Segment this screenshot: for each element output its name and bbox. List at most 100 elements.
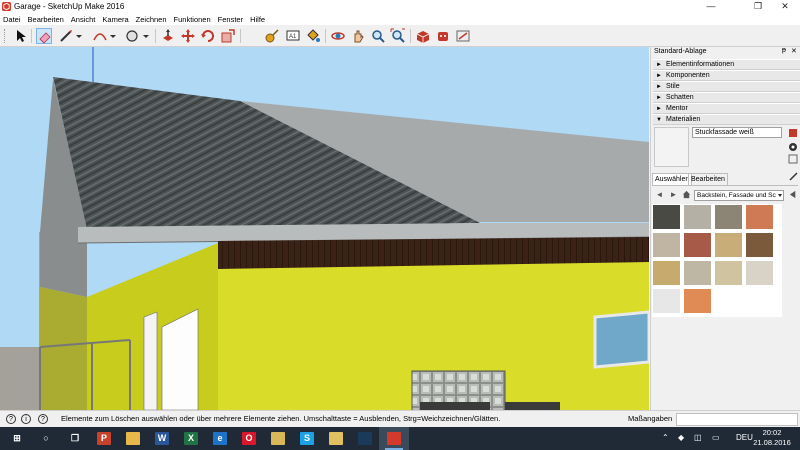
taskbar-photos-icon[interactable] xyxy=(263,427,293,450)
measurements-input[interactable] xyxy=(676,413,798,426)
arc-tool-icon[interactable] xyxy=(92,28,108,44)
material-swatch[interactable] xyxy=(714,232,743,258)
tab-auswaehlen[interactable]: Auswählen xyxy=(652,173,693,185)
zoom-extents-tool-icon[interactable] xyxy=(390,28,406,44)
instructor-icon[interactable]: ? xyxy=(38,414,48,424)
windows-taskbar: ⌃ ◆ ◫ ▭ DEU 20:02 21.08.2016 ⊞ ○ ❐ P W Xe O S xyxy=(0,427,800,450)
panel-label: Elementinformationen xyxy=(666,61,735,68)
toolbar-grip[interactable] xyxy=(4,29,7,43)
panel-materialien[interactable]: ▼ Materialien xyxy=(653,114,800,125)
taskbar-powerpoint-icon[interactable]: P xyxy=(89,427,119,450)
taskbar-excel-icon[interactable]: X xyxy=(176,427,206,450)
taskbar-steam-icon[interactable] xyxy=(350,427,380,450)
line-tool-icon[interactable] xyxy=(58,28,74,44)
extension-warehouse-icon[interactable] xyxy=(435,28,451,44)
panel-elementinformationen[interactable]: ► Elementinformationen xyxy=(653,59,800,70)
toolbar: A1 xyxy=(0,25,800,47)
menu-datei[interactable]: Datei xyxy=(3,15,21,24)
panel-stile[interactable]: ► Stile xyxy=(653,81,800,92)
taskbar-word-icon[interactable]: W xyxy=(147,427,177,450)
layout-icon[interactable] xyxy=(455,28,471,44)
rotate-tool-icon[interactable] xyxy=(200,28,216,44)
move-tool-icon[interactable] xyxy=(180,28,196,44)
sample-paint-icon[interactable] xyxy=(788,172,798,182)
maximize-button[interactable]: ❐ xyxy=(743,0,773,13)
taskbar-search-icon[interactable]: ○ xyxy=(31,427,61,450)
material-swatch[interactable] xyxy=(652,204,681,230)
sketchup-logo-icon xyxy=(2,2,11,11)
menu-zeichnen[interactable]: Zeichnen xyxy=(136,15,167,24)
status-bar: ? i ? Elemente zum Löschen auswählen ode… xyxy=(0,410,800,427)
details-arrow-icon[interactable] xyxy=(789,190,798,199)
display-secondary-pane-icon[interactable] xyxy=(788,128,798,138)
text-tool-icon[interactable]: A1 xyxy=(285,28,301,44)
taskbar-edge-icon[interactable]: e xyxy=(205,427,235,450)
material-swatch[interactable] xyxy=(745,260,774,286)
home-icon[interactable] xyxy=(682,190,691,199)
taskbar-sketchup-icon[interactable] xyxy=(379,427,409,450)
system-tray-up-icon[interactable]: ⌃ xyxy=(662,433,669,442)
select-tool-icon[interactable] xyxy=(13,28,29,44)
material-swatch[interactable] xyxy=(745,232,774,258)
taskbar-task-view-icon[interactable]: ❐ xyxy=(60,427,90,450)
toolbar-separator xyxy=(240,29,241,43)
taskbar-start-icon[interactable]: ⊞ xyxy=(2,427,32,450)
material-swatch[interactable] xyxy=(683,232,712,258)
shape-dropdown-icon[interactable] xyxy=(143,35,149,38)
menu-fenster[interactable]: Fenster xyxy=(218,15,243,24)
panel-komponenten[interactable]: ► Komponenten xyxy=(653,70,800,81)
material-swatch[interactable] xyxy=(714,204,743,230)
material-swatch[interactable] xyxy=(683,260,712,286)
minimize-button[interactable]: — xyxy=(696,0,726,13)
material-swatch[interactable] xyxy=(745,204,774,230)
battery-icon[interactable]: ▭ xyxy=(712,433,720,442)
material-swatch[interactable] xyxy=(652,232,681,258)
menu-ansicht[interactable]: Ansicht xyxy=(71,15,96,24)
panel-mentor[interactable]: ► Mentor xyxy=(653,103,800,114)
scale-tool-icon[interactable] xyxy=(220,28,236,44)
tab-bearbeiten[interactable]: Bearbeiten xyxy=(688,173,728,185)
credits-icon[interactable]: i xyxy=(21,414,31,424)
pan-tool-icon[interactable] xyxy=(350,28,366,44)
menu-kamera[interactable]: Kamera xyxy=(102,15,128,24)
taskbar-skype-icon[interactable]: S xyxy=(292,427,322,450)
network-icon[interactable]: ◫ xyxy=(694,433,702,442)
panel-schatten[interactable]: ► Schatten xyxy=(653,92,800,103)
taskbar-folder-icon[interactable] xyxy=(118,427,148,450)
back-icon[interactable]: ◄ xyxy=(655,190,664,199)
volume-icon[interactable]: ◆ xyxy=(678,433,684,442)
forward-icon[interactable]: ► xyxy=(669,190,678,199)
taskbar-explorer-icon[interactable] xyxy=(321,427,351,450)
material-category-select[interactable]: Backstein, Fassade und Sc xyxy=(694,190,784,201)
3d-warehouse-icon[interactable] xyxy=(415,28,431,44)
tray-close-icon[interactable]: ✕ xyxy=(791,47,797,55)
paint-bucket-tool-icon[interactable] xyxy=(305,28,321,44)
geo-location-icon[interactable]: ? xyxy=(6,414,16,424)
model-canvas[interactable] xyxy=(0,47,649,410)
tape-measure-tool-icon[interactable] xyxy=(264,28,280,44)
menu-bearbeiten[interactable]: Bearbeiten xyxy=(28,15,64,24)
orbit-tool-icon[interactable] xyxy=(330,28,346,44)
material-swatch[interactable] xyxy=(652,260,681,286)
tray-pin-icon[interactable]: ᵽ xyxy=(782,47,786,54)
create-material-icon[interactable] xyxy=(788,142,798,152)
shape-tool-icon[interactable] xyxy=(124,28,140,44)
line-dropdown-icon[interactable] xyxy=(76,35,82,38)
eraser-tool-icon[interactable] xyxy=(36,28,52,44)
push-pull-tool-icon[interactable] xyxy=(160,28,176,44)
arc-dropdown-icon[interactable] xyxy=(110,35,116,38)
default-material-icon[interactable] xyxy=(788,154,798,164)
material-swatch[interactable] xyxy=(652,288,681,314)
menu-hilfe[interactable]: Hilfe xyxy=(250,15,265,24)
material-swatch[interactable] xyxy=(714,260,743,286)
zoom-tool-icon[interactable] xyxy=(370,28,386,44)
close-button[interactable]: ✕ xyxy=(770,0,800,13)
menu-funktionen[interactable]: Funktionen xyxy=(174,15,211,24)
language-indicator[interactable]: DEU xyxy=(736,433,753,442)
material-swatch[interactable] xyxy=(683,288,712,314)
material-swatch[interactable] xyxy=(683,204,712,230)
taskbar-opera-icon[interactable]: O xyxy=(234,427,264,450)
model-viewport[interactable] xyxy=(0,47,649,410)
clock[interactable]: 20:02 21.08.2016 xyxy=(752,428,792,448)
material-name-field[interactable]: Stuckfassade weiß xyxy=(692,127,782,138)
